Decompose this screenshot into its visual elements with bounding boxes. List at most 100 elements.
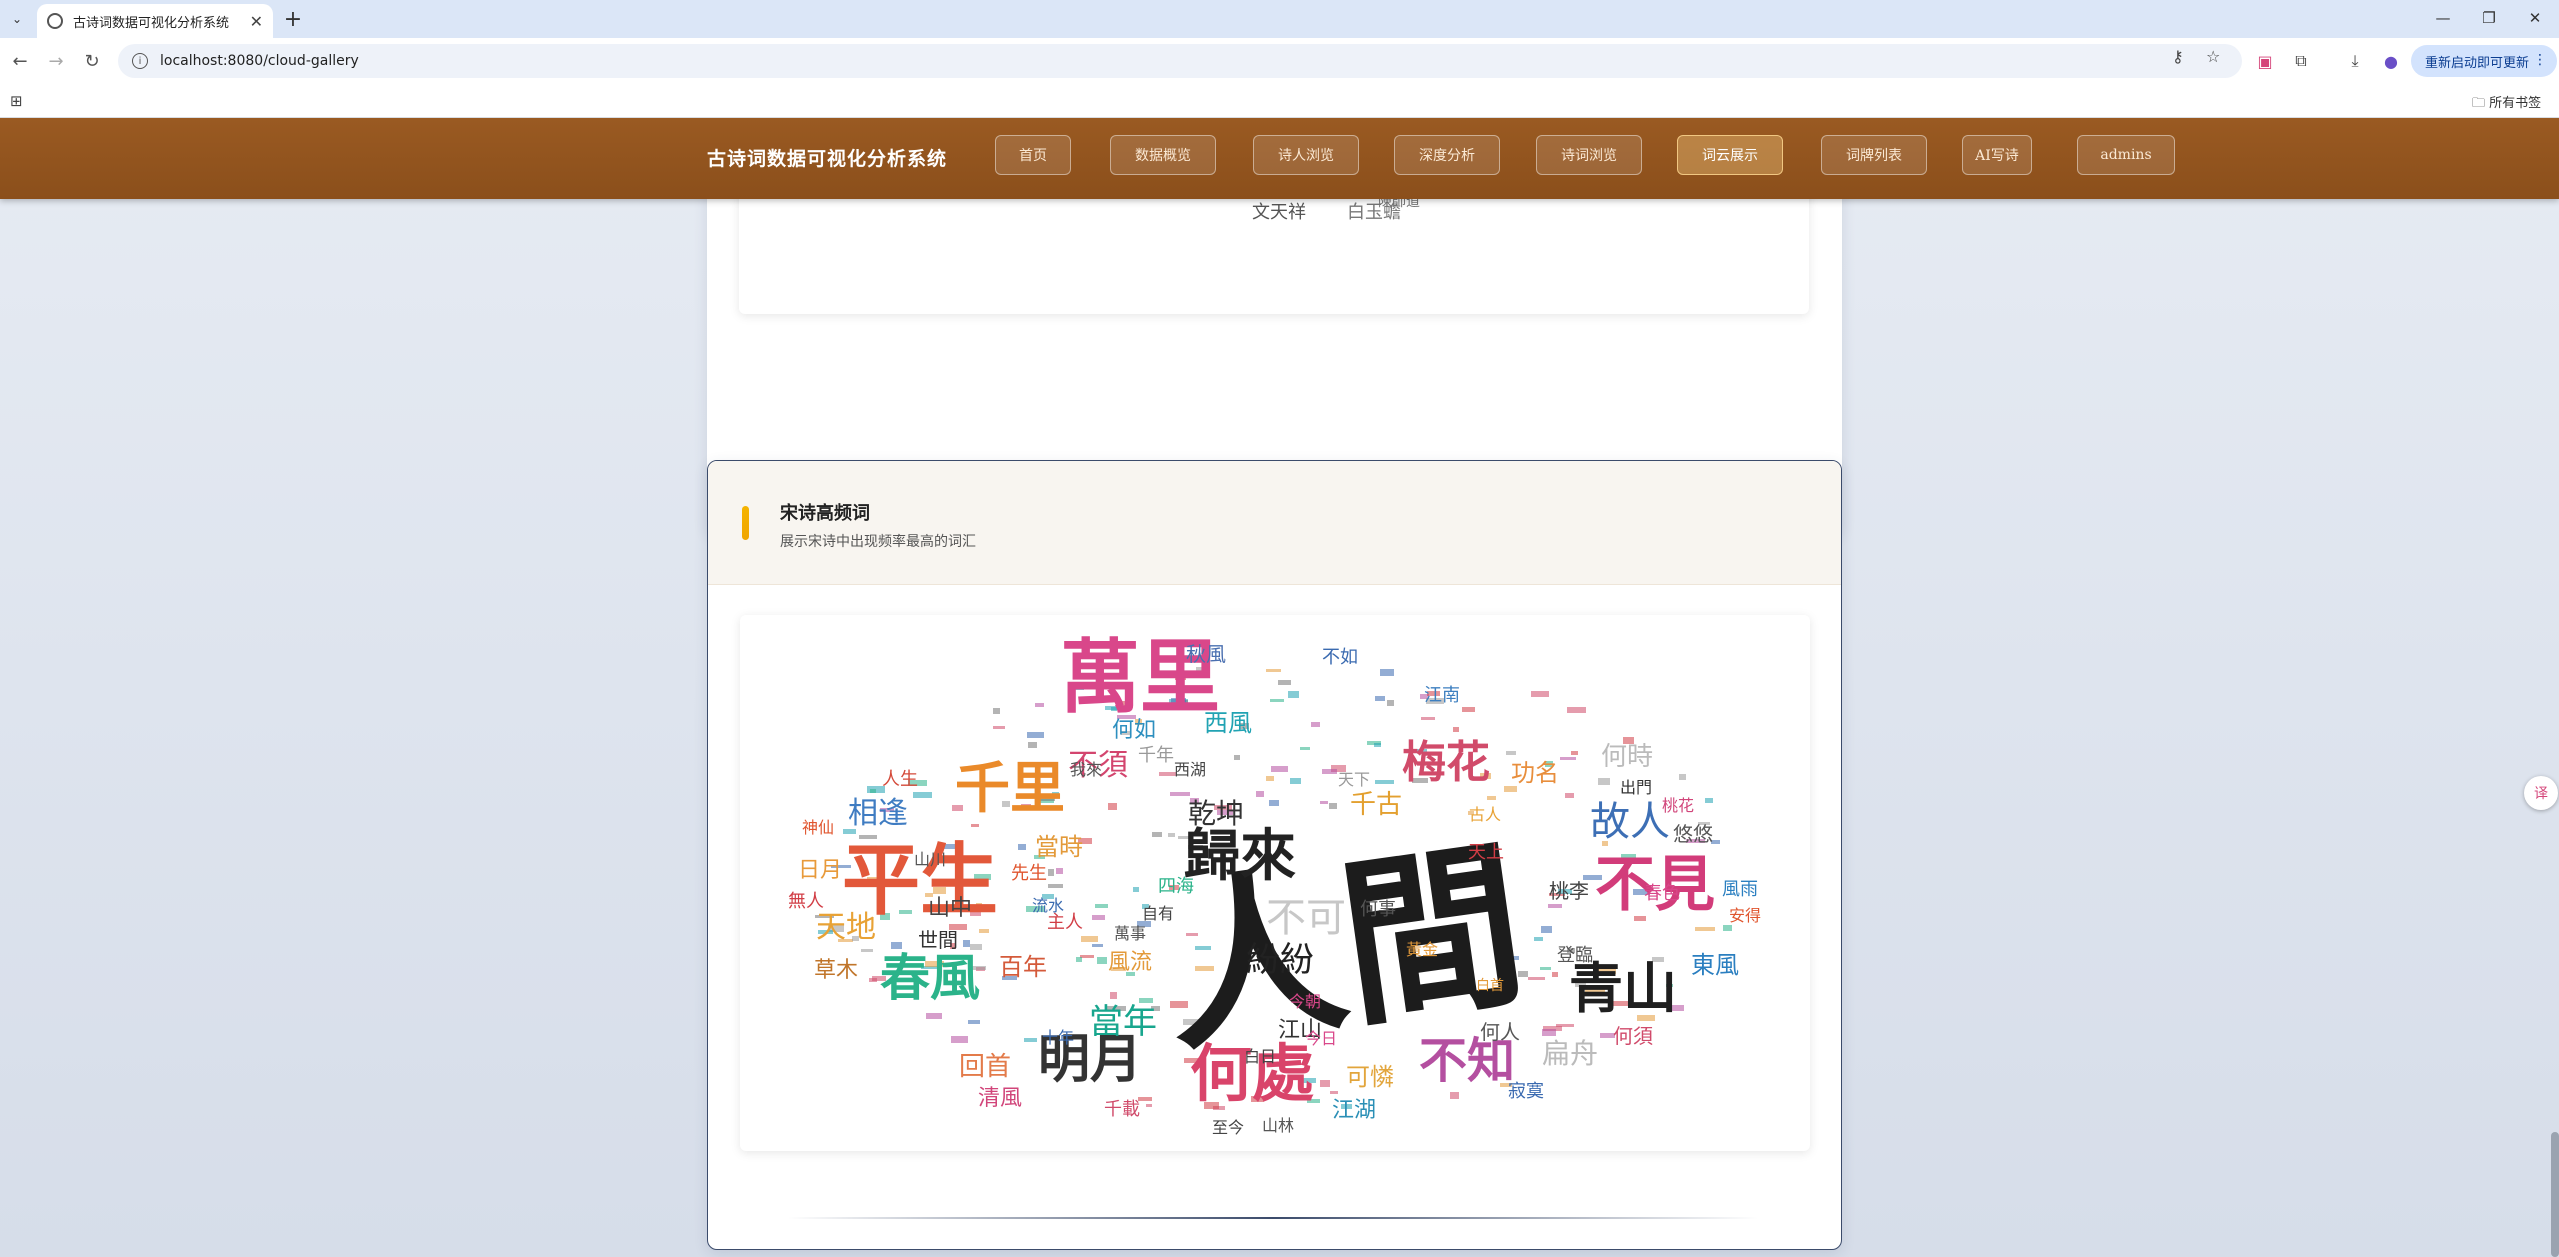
more-menu-icon[interactable]: ⋮	[2533, 52, 2547, 68]
wordcloud-filler	[1170, 792, 1190, 796]
wordcloud-filler	[1542, 1029, 1556, 1036]
song-word: 天地	[816, 910, 876, 945]
tab-search-icon[interactable]: ⌄	[6, 8, 28, 30]
minimize-icon[interactable]: —	[2420, 4, 2466, 32]
browser-toolbar: ← → ↻ i localhost:8080/cloud-gallery ⚷ ☆…	[0, 38, 2559, 84]
wordcloud-filler	[993, 726, 1005, 729]
song-word: 西風	[1204, 709, 1252, 737]
wordcloud-filler	[1138, 1097, 1152, 1101]
song-word: 清風	[978, 1086, 1022, 1111]
wordcloud-filler	[1679, 774, 1686, 780]
wordcloud-filler	[951, 1036, 968, 1043]
song-word: 山中	[928, 896, 972, 921]
wordcloud-filler	[1035, 703, 1044, 707]
nav-item-5[interactable]: 词云展示	[1677, 135, 1783, 175]
song-word: 世間	[918, 928, 958, 952]
wordcloud-filler	[1311, 722, 1320, 727]
song-word: 功名	[1511, 759, 1559, 787]
song-word: 白首	[1476, 978, 1504, 994]
wordcloud-filler	[1534, 937, 1543, 941]
new-tab-button[interactable]: +	[280, 6, 306, 32]
wordcloud-filler	[1548, 904, 1562, 908]
song-word: 今朝	[1289, 992, 1321, 1011]
wordcloud-filler	[1565, 793, 1574, 798]
nav-item-0[interactable]: 首页	[995, 135, 1071, 175]
wordcloud-filler	[1133, 887, 1139, 892]
address-bar[interactable]: i localhost:8080/cloud-gallery	[118, 44, 2242, 78]
translate-float-icon[interactable]: 译	[2524, 776, 2558, 810]
nav-item-6[interactable]: 词牌列表	[1821, 135, 1927, 175]
extensions-puzzle-icon[interactable]: ⧉	[2288, 48, 2314, 74]
wordcloud-filler	[968, 1020, 980, 1024]
wordcloud-filler	[1375, 696, 1385, 701]
wordcloud-filler	[1300, 747, 1310, 750]
wordcloud-filler	[1027, 732, 1044, 738]
wordcloud-filler	[1018, 844, 1026, 850]
close-tab-icon[interactable]: ✕	[250, 12, 263, 31]
wordcloud-filler	[1152, 832, 1162, 837]
song-word: 秋風	[1186, 642, 1226, 666]
song-word: 桃花	[1662, 796, 1694, 815]
song-word: 出門	[1620, 778, 1652, 797]
update-button[interactable]: 重新启动即可更新 ⋮	[2411, 45, 2558, 77]
nav-item-2[interactable]: 诗人浏览	[1253, 135, 1359, 175]
song-word: 何須	[1613, 1024, 1653, 1048]
browser-tab[interactable]: 古诗词数据可视化分析系统 ✕	[37, 4, 273, 38]
card-divider	[788, 1217, 1758, 1219]
close-window-icon[interactable]: ✕	[2512, 4, 2558, 32]
song-word: 古人	[1469, 805, 1501, 824]
nav-item-4[interactable]: 诗词浏览	[1536, 135, 1642, 175]
site-header: 古诗词数据可视化分析系统 首页 数据概览 诗人浏览 深度分析 诗词浏览 词云展示 词牌列表 A…	[0, 118, 2559, 199]
wordcloud-filler	[1541, 926, 1552, 933]
reload-icon[interactable]: ↻	[78, 47, 106, 75]
song-word: 四海	[1158, 876, 1194, 897]
bookmark-star-icon[interactable]: ☆	[2206, 47, 2220, 66]
song-word: 風雨	[1722, 879, 1758, 900]
song-word: 風流	[1108, 950, 1152, 975]
wordcloud-filler	[1266, 776, 1274, 781]
wordcloud-filler	[1453, 727, 1459, 732]
wordcloud-filler	[1330, 1091, 1338, 1094]
song-word: 寂寞	[1508, 1081, 1544, 1102]
accent-bar	[742, 506, 749, 540]
url-text: localhost:8080/cloud-gallery	[160, 53, 359, 69]
song-word: 當年	[1089, 1002, 1157, 1042]
song-word: 白日	[1244, 1047, 1276, 1066]
song-word: 何事	[1360, 899, 1396, 920]
extension-translate-icon[interactable]: ▣	[2252, 48, 2278, 74]
back-icon[interactable]: ←	[6, 47, 34, 75]
wordcloud-filler	[1705, 798, 1713, 803]
song-word: 日月	[798, 858, 842, 883]
song-word: 春色	[1644, 883, 1680, 904]
scrollbar-thumb[interactable]	[2551, 1132, 2559, 1257]
wordcloud-filler	[1081, 936, 1098, 942]
site-info-icon[interactable]: i	[132, 53, 148, 69]
all-bookmarks-label: 所有书签	[2489, 96, 2542, 111]
wordcloud-filler	[1288, 691, 1299, 698]
song-word: 我來	[1070, 760, 1102, 779]
song-word: 主人	[1047, 912, 1083, 933]
forward-icon[interactable]: →	[42, 47, 70, 75]
song-word: 歸來	[1184, 823, 1296, 889]
profile-avatar-icon[interactable]: ●	[2378, 48, 2404, 74]
site-title: 古诗词数据可视化分析系统	[707, 148, 948, 170]
nav-item-3[interactable]: 深度分析	[1394, 135, 1500, 175]
song-word: 先生	[1011, 863, 1047, 884]
all-bookmarks-button[interactable]: 🗀 所有书签	[2472, 92, 2541, 116]
apps-grid-icon[interactable]: ⊞	[10, 92, 23, 110]
song-word: 神仙	[802, 818, 834, 837]
wordcloud-filler	[1024, 1038, 1037, 1042]
nav-item-1[interactable]: 数据概览	[1110, 135, 1216, 175]
browser-tab-strip: ⌄ 古诗词数据可视化分析系统 ✕ + — ❐ ✕	[0, 0, 2559, 38]
card-subtitle: 展示宋诗中出现频率最高的词汇	[780, 534, 976, 550]
nav-item-8[interactable]: admins	[2077, 135, 2175, 175]
wordcloud-filler	[1487, 796, 1496, 800]
download-icon[interactable]: ⤓	[2342, 48, 2368, 74]
wordcloud-filler	[1146, 1104, 1152, 1107]
wordcloud-filler	[1048, 884, 1063, 888]
song-word: 十年	[1042, 1028, 1074, 1047]
restore-icon[interactable]: ❐	[2466, 4, 2512, 32]
nav-item-7[interactable]: AI写诗	[1962, 135, 2032, 175]
password-key-icon[interactable]: ⚷	[2172, 47, 2184, 66]
wordcloud-filler	[1528, 977, 1545, 980]
